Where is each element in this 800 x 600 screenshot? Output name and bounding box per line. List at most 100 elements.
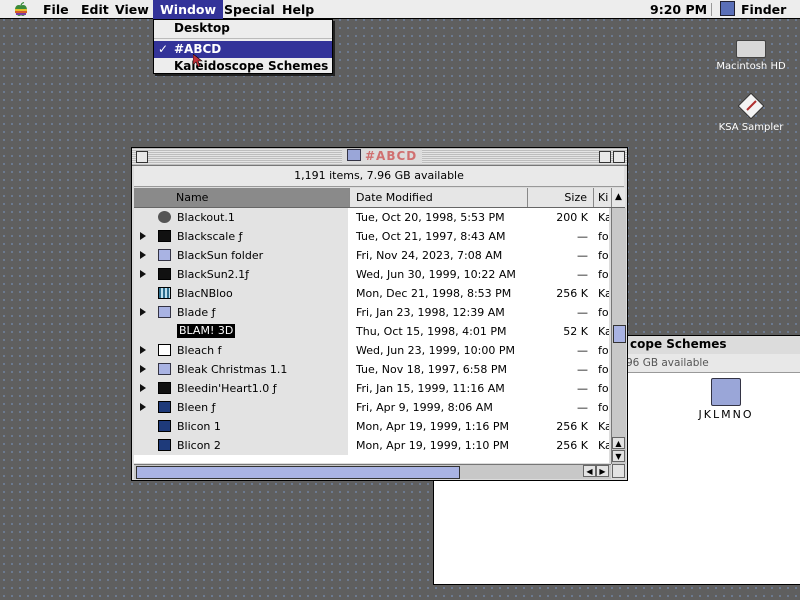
list-item[interactable]: Bleen ƒ Fri, Apr 9, 1999, 8:06 AM — fol <box>134 398 609 417</box>
item-date: Fri, Apr 9, 1999, 8:06 AM <box>356 401 493 414</box>
name-cell <box>134 322 348 341</box>
list-item[interactable]: Blackout.1 Tue, Oct 20, 1998, 5:53 PM 200 … <box>134 208 609 227</box>
item-size: — <box>577 382 588 395</box>
list-item[interactable]: Blicon 2 Mon, Apr 19, 1999, 1:10 PM 256 K K… <box>134 436 609 455</box>
item-date: Fri, Nov 24, 2023, 7:08 AM <box>356 249 503 262</box>
item-date: Tue, Oct 20, 1998, 5:53 PM <box>356 211 505 224</box>
vertical-scroll-thumb[interactable] <box>613 325 626 343</box>
file-icon <box>158 420 171 432</box>
list-item[interactable]: Blackscale ƒ Tue, Oct 21, 1997, 8:43 AM — f… <box>134 227 609 246</box>
apple-menu-icon[interactable] <box>13 1 29 17</box>
item-name: Blackscale ƒ <box>177 230 243 243</box>
list-item[interactable]: Blade ƒ Fri, Jan 23, 1998, 12:39 AM — fol <box>134 303 609 322</box>
vertical-scrollbar[interactable]: ▲ ▼ <box>611 208 626 464</box>
file-list[interactable]: Blackout.1 Tue, Oct 20, 1998, 5:53 PM 200 … <box>134 208 609 463</box>
horizontal-scrollbar[interactable]: ◀ ▶ <box>134 464 611 479</box>
disclosure-triangle-icon[interactable] <box>140 308 146 316</box>
desktop-icon-ksa-sampler[interactable]: KSA Sampler <box>706 92 796 133</box>
close-box-button[interactable] <box>136 151 148 163</box>
menu-file[interactable]: File <box>36 0 76 19</box>
scroll-down-arrow[interactable]: ▼ <box>612 450 625 462</box>
disclosure-triangle-icon[interactable] <box>140 251 146 259</box>
item-date: Wed, Jun 30, 1999, 10:22 AM <box>356 268 516 281</box>
item-kind: Ka <box>598 287 609 300</box>
list-item[interactable]: BlacNBloo Mon, Dec 21, 1998, 8:53 PM 256 K… <box>134 284 609 303</box>
column-name-header[interactable]: Name <box>134 188 350 207</box>
scroll-left-arrow[interactable]: ◀ <box>583 465 596 477</box>
item-kind: Ka <box>598 420 609 433</box>
item-kind: fol <box>598 306 609 319</box>
finder-icon <box>720 1 735 16</box>
column-date-header[interactable]: Date Modified <box>350 188 528 207</box>
menu-window[interactable]: Window <box>153 0 224 19</box>
item-size: — <box>577 249 588 262</box>
window-titlebar[interactable]: #ABCD <box>132 148 627 166</box>
disclosure-triangle-icon[interactable] <box>140 270 146 278</box>
background-window-title: cope Schemes <box>630 337 727 351</box>
menu-bar: File Edit View Window Special Help 9:20 … <box>0 0 800 19</box>
item-name: BlacNBloo <box>177 287 233 300</box>
list-item[interactable]: BlackSun folder Fri, Nov 24, 2023, 7:08 A… <box>134 246 609 265</box>
window-title-chip: #ABCD <box>342 149 423 164</box>
column-kind-header[interactable]: Ki <box>594 188 612 207</box>
application-menu[interactable]: Finder <box>720 0 786 19</box>
file-icon <box>158 211 171 223</box>
list-item[interactable]: BlackSun2.1ƒ Wed, Jun 30, 1999, 10:22 AM —… <box>134 265 609 284</box>
menu-item-desktop[interactable]: Desktop <box>154 20 332 37</box>
sort-direction-button[interactable]: ▲ <box>612 188 625 207</box>
zoom-box-button[interactable] <box>599 151 611 163</box>
menu-item-abcd[interactable]: ✓ #ABCD <box>154 41 332 58</box>
finder-window[interactable]: #ABCD 1,191 items, 7.96 GB available Nam… <box>131 147 628 481</box>
file-icon <box>158 401 171 413</box>
item-kind: fol <box>598 344 609 357</box>
item-size: 256 K <box>556 287 588 300</box>
item-kind: fol <box>598 363 609 376</box>
item-date: Fri, Jan 23, 1998, 12:39 AM <box>356 306 505 319</box>
item-date: Wed, Jun 23, 1999, 10:00 PM <box>356 344 515 357</box>
item-size: — <box>577 306 588 319</box>
item-size: 200 K <box>556 211 588 224</box>
item-name: Blackout.1 <box>177 211 235 224</box>
disclosure-triangle-icon[interactable] <box>140 232 146 240</box>
background-window-info: 96 GB available <box>626 357 709 369</box>
resize-box[interactable] <box>612 464 625 478</box>
file-icon <box>158 363 171 375</box>
item-size: — <box>577 230 588 243</box>
scroll-right-arrow[interactable]: ▶ <box>596 465 609 477</box>
scroll-up-arrow[interactable]: ▲ <box>612 437 625 449</box>
column-size-header[interactable]: Size <box>528 188 594 207</box>
list-item[interactable]: Bleedin'Heart1.0 ƒ Fri, Jan 15, 1999, 11:… <box>134 379 609 398</box>
list-item[interactable]: Bleak Christmas 1.1 Tue, Nov 18, 1997, 6:… <box>134 360 609 379</box>
menu-clock[interactable]: 9:20 PM <box>650 0 707 19</box>
window-title: #ABCD <box>365 149 418 163</box>
item-name: BlackSun folder <box>177 249 264 262</box>
list-item[interactable]: BLAM! 3D Thu, Oct 15, 1998, 4:01 PM 52 K Ka <box>134 322 609 341</box>
menu-item-kaleidoscope-schemes[interactable]: Kaleidoscope Schemes <box>154 58 332 75</box>
application-menu-label: Finder <box>741 2 787 17</box>
list-item[interactable]: Bleach f Wed, Jun 23, 1999, 10:00 PM — fol <box>134 341 609 360</box>
file-icon <box>158 344 171 356</box>
disclosure-triangle-icon[interactable] <box>140 365 146 373</box>
menu-divider <box>154 38 332 39</box>
menubar-divider <box>711 3 712 16</box>
folder-jklmno[interactable]: JKLMNO <box>696 378 756 421</box>
collapse-box-button[interactable] <box>613 151 625 163</box>
item-kind: Ka <box>598 439 609 452</box>
file-icon <box>158 382 171 394</box>
desktop-icon-macintosh-hd[interactable]: Macintosh HD <box>706 40 796 72</box>
hard-disk-icon <box>736 40 766 58</box>
file-icon <box>158 230 171 242</box>
disclosure-triangle-icon[interactable] <box>140 346 146 354</box>
disclosure-triangle-icon[interactable] <box>140 384 146 392</box>
disclosure-triangle-icon[interactable] <box>140 403 146 411</box>
horizontal-scroll-thumb[interactable] <box>136 466 460 479</box>
menu-view[interactable]: View <box>108 0 156 19</box>
item-date: Mon, Dec 21, 1998, 8:53 PM <box>356 287 512 300</box>
item-size: 52 K <box>563 325 588 338</box>
item-kind: Ka <box>598 325 609 338</box>
menu-help[interactable]: Help <box>275 0 321 19</box>
item-size: 256 K <box>556 420 588 433</box>
window-menu-dropdown: Desktop ✓ #ABCD Kaleidoscope Schemes <box>153 19 333 74</box>
list-item[interactable]: Blicon 1 Mon, Apr 19, 1999, 1:16 PM 256 K K… <box>134 417 609 436</box>
menu-special[interactable]: Special <box>217 0 282 19</box>
